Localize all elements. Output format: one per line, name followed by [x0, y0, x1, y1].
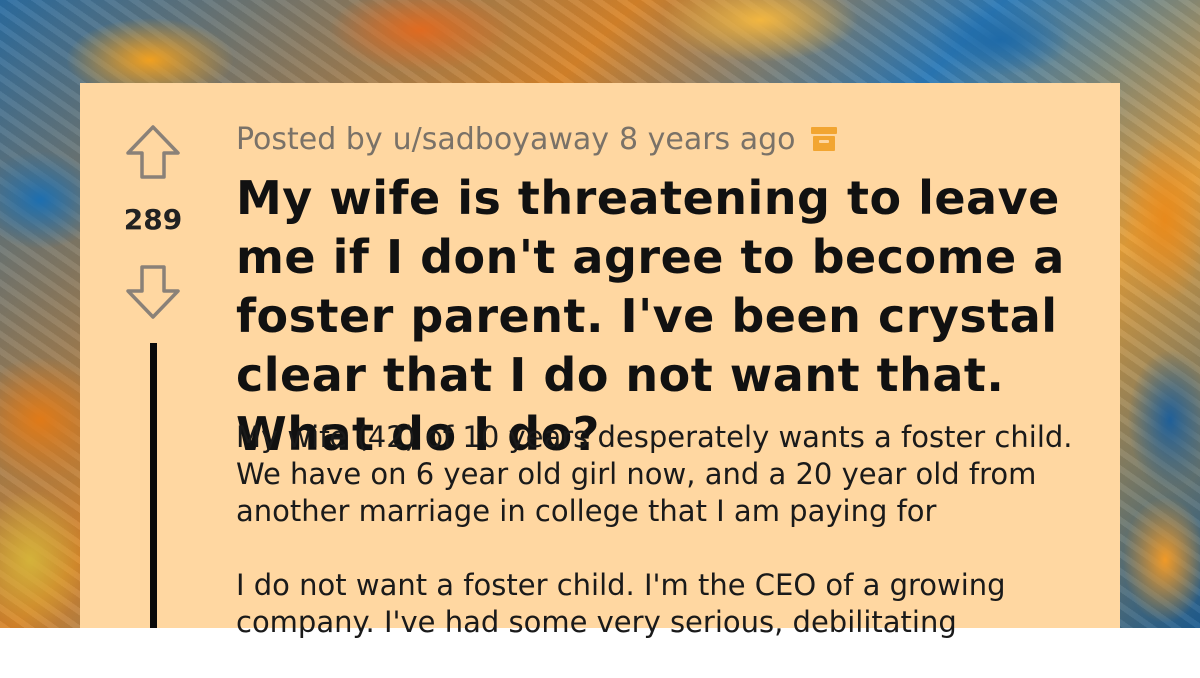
- post-time: 8 years ago: [619, 121, 796, 157]
- author-link[interactable]: u/sadboyaway: [393, 122, 609, 157]
- thread-line: [150, 343, 157, 628]
- archive-icon: [810, 127, 837, 151]
- post-paragraph: I do not want a foster child. I'm the CE…: [236, 568, 1006, 639]
- post-meta: Posted by u/sadboyaway 8 years ago: [236, 119, 838, 159]
- vote-column: 289: [80, 83, 226, 628]
- upvote-arrow-icon[interactable]: [124, 123, 182, 181]
- post-paragraph: My wife (42) of 10 years desperately wan…: [236, 420, 1073, 528]
- downvote-arrow-icon[interactable]: [124, 263, 182, 321]
- reddit-post-card: 289 Posted by u/sadboyaway 8 years ago M…: [80, 83, 1120, 639]
- vote-score: 289: [123, 203, 183, 236]
- posted-by-label: Posted by: [236, 121, 383, 157]
- post-body: My wife (42) of 10 years desperately wan…: [236, 419, 1086, 678]
